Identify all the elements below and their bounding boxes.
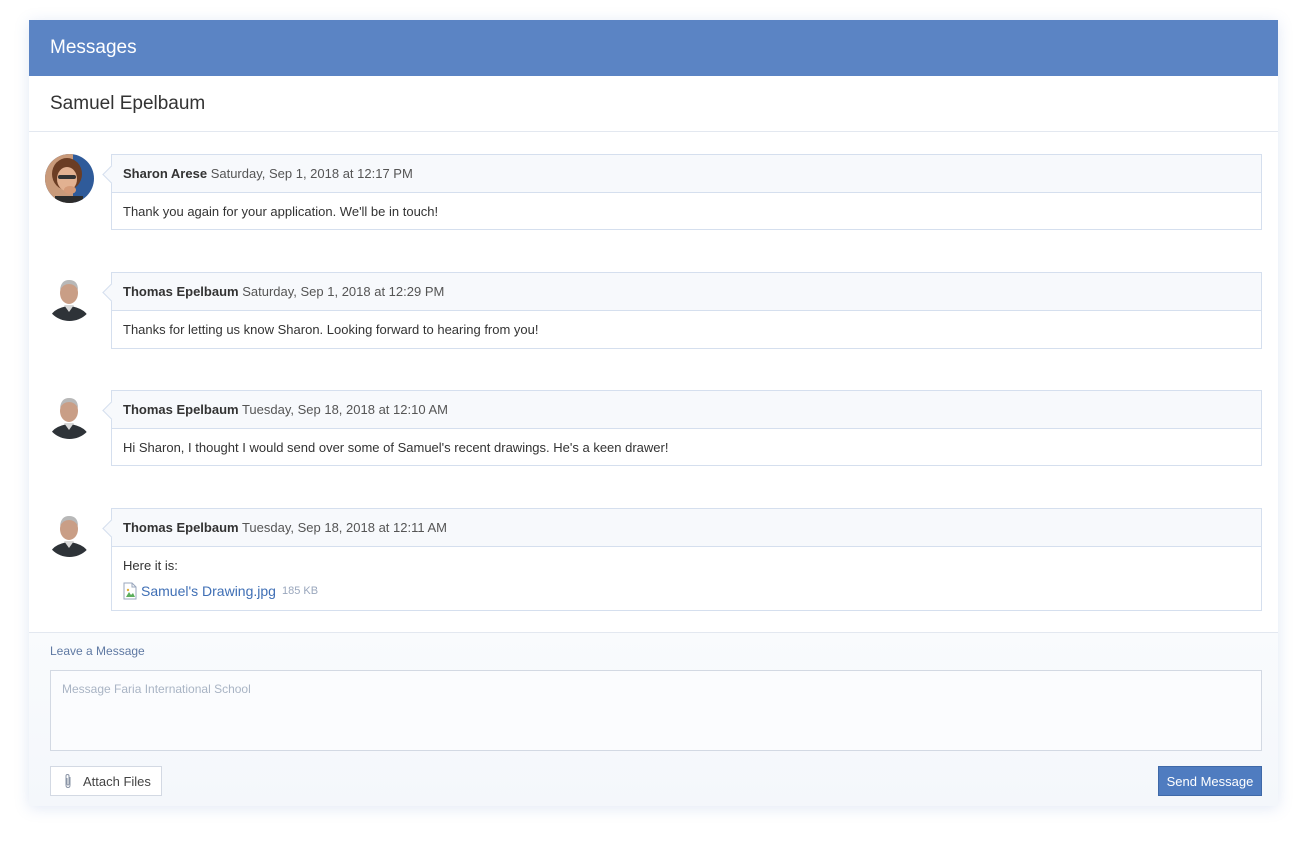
attachment: Samuel's Drawing.jpg 185 KB [123,582,1250,600]
message-bubble: Thomas Epelbaum Tuesday, Sep 18, 2018 at… [111,390,1262,466]
avatar-woman-icon [45,154,94,203]
avatar [45,390,94,439]
attach-files-label: Attach Files [83,773,151,789]
message-body: Thanks for letting us know Sharon. Looki… [123,322,539,337]
attachment-size: 185 KB [281,585,319,597]
thread-title: Samuel Epelbaum [29,76,1278,132]
message-header: Thomas Epelbaum Tuesday, Sep 18, 2018 at… [112,509,1261,547]
avatar-man-icon [45,390,94,439]
message-input[interactable] [50,670,1262,751]
panel-title: Messages [50,37,137,58]
message-author: Thomas Epelbaum [123,520,239,535]
attachment-link[interactable]: Samuel's Drawing.jpg [141,583,276,599]
avatar [45,272,94,321]
avatar [45,508,94,557]
message-bubble: Thomas Epelbaum Tuesday, Sep 18, 2018 at… [111,508,1262,611]
message-header: Thomas Epelbaum Tuesday, Sep 18, 2018 at… [112,391,1261,429]
message-body: Thank you again for your application. We… [123,204,439,219]
message-header: Thomas Epelbaum Saturday, Sep 1, 2018 at… [112,273,1261,311]
message-text: Here it is: [123,558,178,573]
compose-area: Leave a Message Attach Files Send Messag… [29,632,1278,806]
image-file-icon [123,582,137,600]
panel-header: Messages [29,20,1278,76]
compose-label: Leave a Message [50,644,145,658]
avatar [45,154,94,203]
paperclip-icon [65,773,71,789]
avatar-man-icon [45,272,94,321]
avatar-man-icon [45,508,94,557]
send-message-button[interactable]: Send Message [1158,766,1262,796]
message-author: Sharon Arese [123,166,208,181]
message-timestamp: Tuesday, Sep 18, 2018 at 12:11 AM [241,520,447,535]
thread-title-text: Samuel Epelbaum [50,93,206,114]
message-timestamp: Tuesday, Sep 18, 2018 at 12:10 AM [241,402,448,417]
message-bubble: Thomas Epelbaum Saturday, Sep 1, 2018 at… [111,272,1262,349]
attach-files-button[interactable]: Attach Files [50,766,162,796]
message-header: Sharon Arese Saturday, Sep 1, 2018 at 12… [112,155,1261,193]
message-author: Thomas Epelbaum [123,402,239,417]
message-timestamp: Saturday, Sep 1, 2018 at 12:29 PM [242,284,445,299]
message-body: Here it is: Samuel's Drawing.jpg 185 KB [112,547,1261,610]
message-list: Sharon Arese Saturday, Sep 1, 2018 at 12… [29,132,1278,632]
message-timestamp: Saturday, Sep 1, 2018 at 12:17 PM [210,166,413,181]
message-bubble: Sharon Arese Saturday, Sep 1, 2018 at 12… [111,154,1262,230]
messages-panel: Messages Samuel Epelbaum Sharon Arese Sa… [29,20,1278,806]
message-body: Hi Sharon, I thought I would send over s… [123,440,669,455]
message-author: Thomas Epelbaum [123,284,239,299]
